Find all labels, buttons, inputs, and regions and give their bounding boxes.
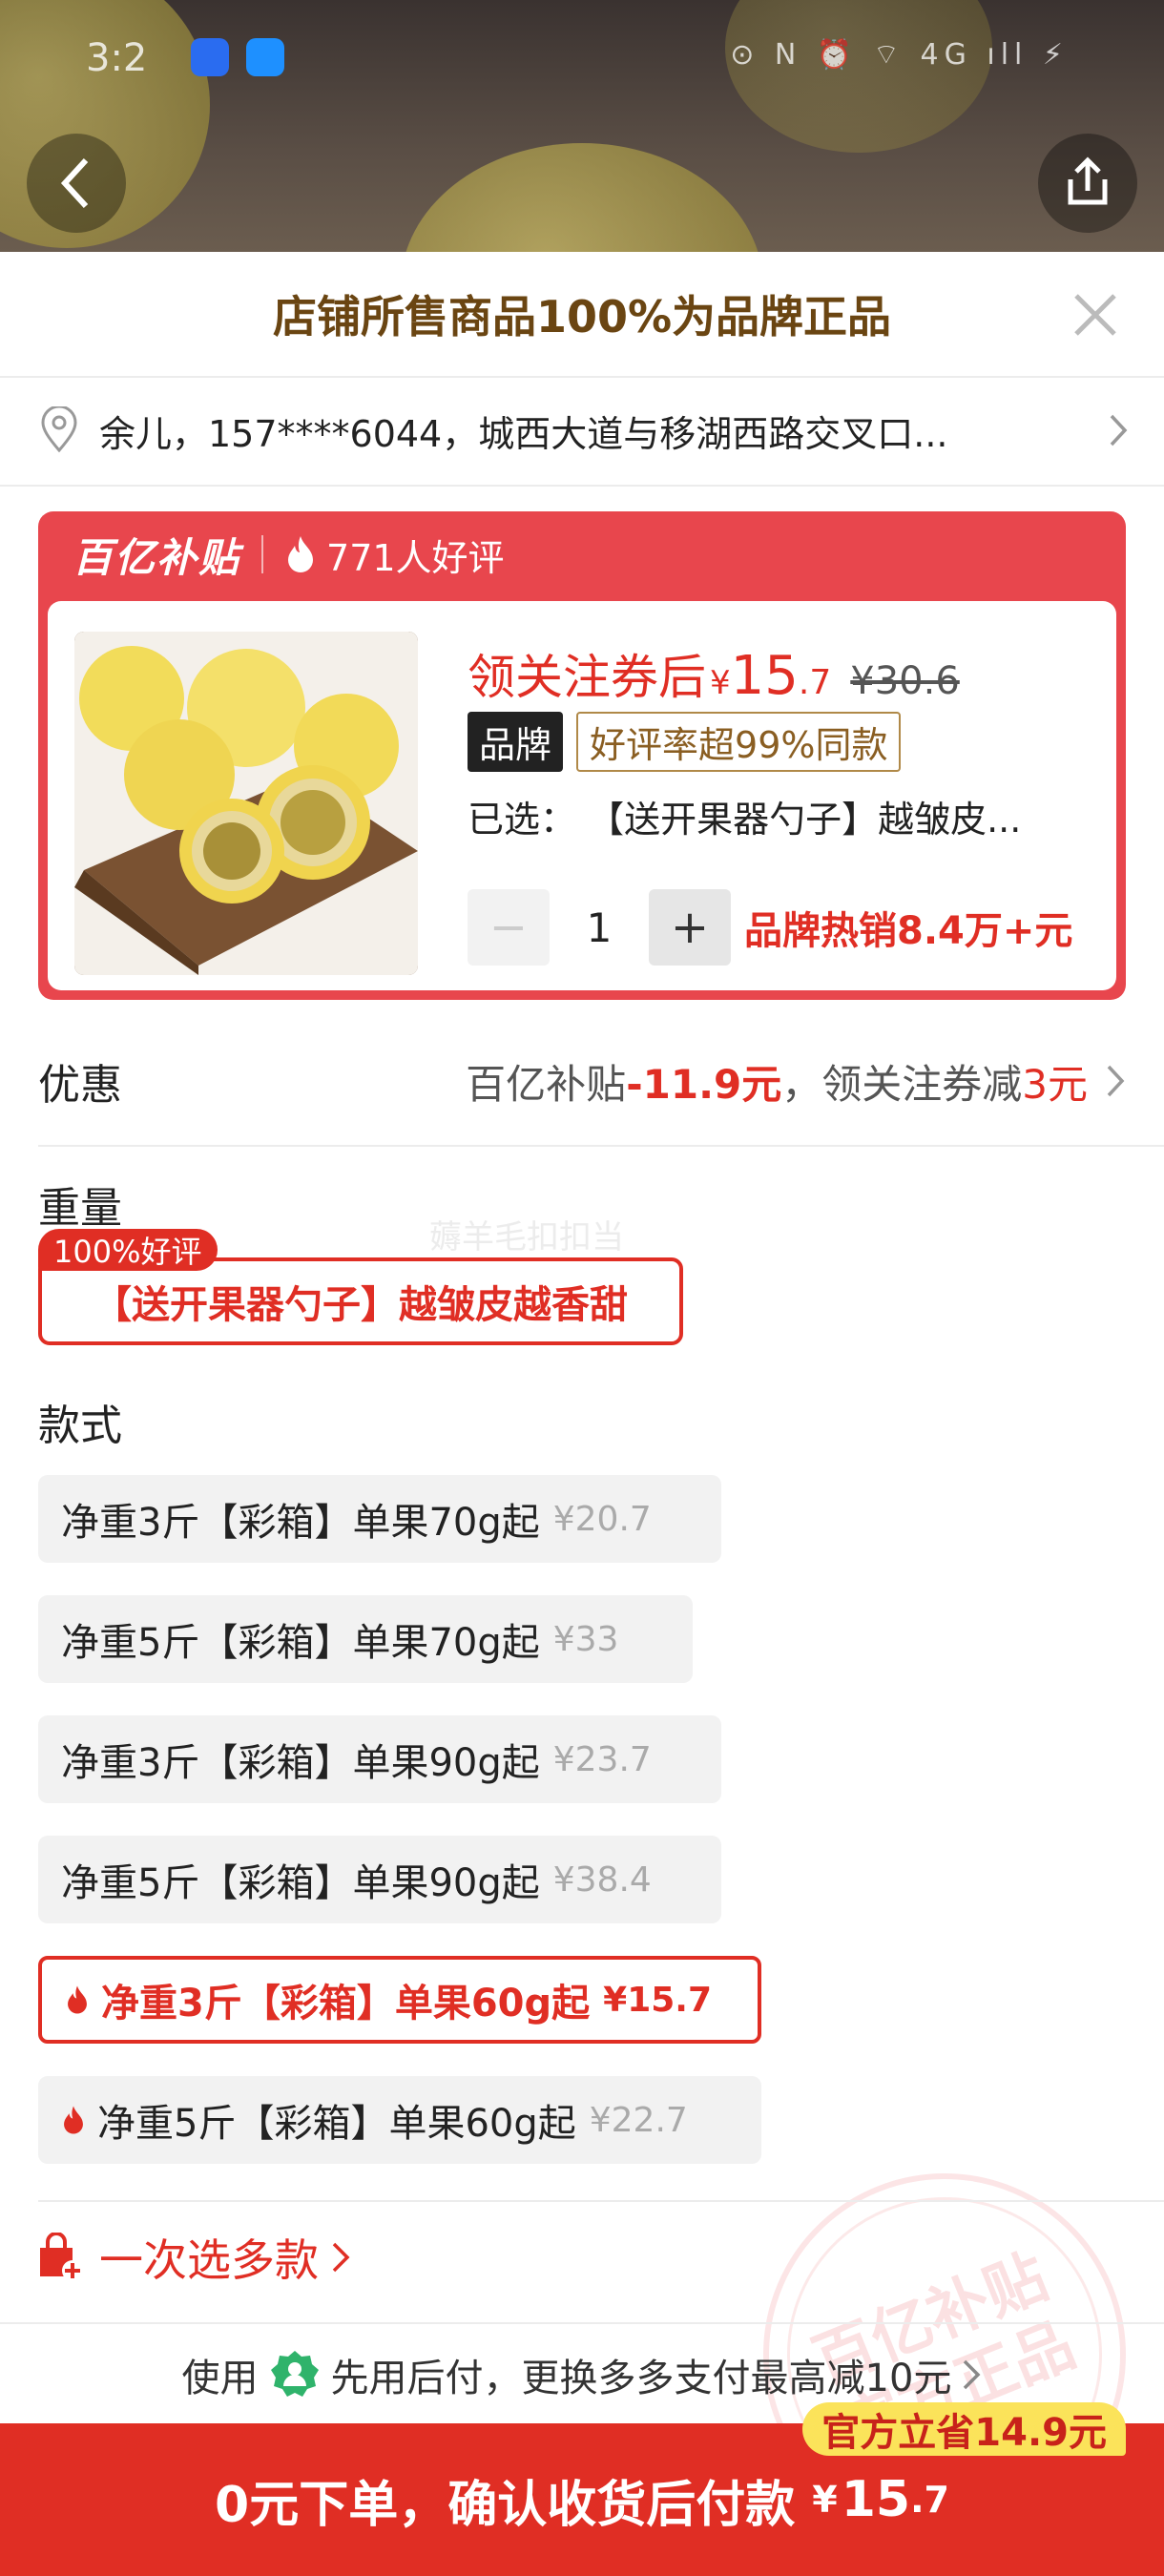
flame-icon [68,1985,87,2014]
style-option[interactable]: 净重3斤【彩箱】单果70g起 ¥20.7 [38,1475,721,1563]
checkout-label: 0元下单，确认收货后付款 [215,2476,796,2534]
chevron-left-icon [60,157,89,209]
multi-select-label: 一次选多款 [99,2234,319,2286]
close-icon [1074,294,1116,336]
back-button[interactable] [27,134,126,233]
flame-icon [288,536,314,572]
divider [0,485,1164,487]
price-integer: 15 [730,645,799,707]
rating-tag: 好评率超99%同款 [576,712,902,772]
product-hero-background: 3:2 ⊙ N ⏰ ⌔ 4G ıll ⚡ [0,0,1164,252]
price-line: 领关注券后 ¥ 15 .7 ¥30.6 [468,639,960,708]
discount-label: 优惠 [38,1061,122,1110]
original-price: ¥30.6 [850,659,960,703]
good-review-badge: 100%好评 [38,1229,218,1271]
style-option-label: 净重3斤【彩箱】单果60g起 [101,1982,591,2025]
style-option[interactable]: 净重5斤【彩箱】单果70g起 ¥33 [38,1595,693,1683]
checkout-price-integer: 15 [841,2471,911,2528]
selected-variant: 已选： 【送开果器勺子】越皱皮... [468,799,1022,841]
chevron-right-icon [964,2359,981,2390]
hot-sale-text: 品牌热销8.4万+元 [744,909,1073,953]
status-time: 3:2 [86,36,148,80]
sku-selection-sheet: 店铺所售商品100%为品牌正品 余儿，157****6044，城西大道与移湖西路… [0,252,1164,2576]
fruit-blur-image [401,143,763,252]
product-card: 百亿补贴 771人好评 领关注券后 ¥ 15 .7 ¥30.6 品牌 好评率超9… [38,511,1126,1000]
style-option-price: ¥20.7 [552,1499,652,1539]
increment-button[interactable]: + [649,889,731,966]
good-review-count: 771人好评 [326,536,505,579]
subsidy-logo: 百亿补贴 [73,533,241,581]
card-header: 百亿补贴 771人好评 [38,511,1126,597]
passion-fruit-image [74,632,418,975]
flame-icon [64,2106,83,2134]
style-title: 款式 [38,1402,122,1450]
shopping-bag-plus-icon [40,2233,83,2281]
price-label: 领关注券后 [468,650,706,705]
style-option-label: 净重5斤【彩箱】单果70g起 [61,1621,540,1665]
chevron-right-icon [1110,414,1128,447]
decrement-button[interactable]: − [468,889,550,966]
quantity-value[interactable]: 1 [550,904,649,951]
style-option[interactable]: 净重3斤【彩箱】单果90g起 ¥23.7 [38,1715,721,1803]
style-option-price: ¥15.7 [603,1980,713,2020]
brand-tag: 品牌 [468,712,564,772]
address-row[interactable]: 余儿，157****6044，城西大道与移湖西路交叉口... [0,378,1164,483]
price-currency: ¥ [710,664,731,702]
share-button[interactable] [1038,134,1137,233]
checkout-price-decimal: .7 [910,2479,949,2521]
product-tags: 品牌 好评率超99%同款 [468,712,902,772]
chevron-right-icon [1107,1065,1125,1097]
subsidy-amount: -11.9元 [626,1060,782,1108]
style-option-price: ¥22.7 [589,2100,688,2140]
promo-title: 店铺所售商品100%为品牌正品 [272,291,892,343]
discount-row[interactable]: 优惠 百亿补贴-11.9元，领关注券减3元 [0,1028,1164,1133]
price-decimal: .7 [798,663,832,702]
style-option-selected[interactable]: 净重3斤【彩箱】单果60g起 ¥15.7 [38,1956,761,2044]
location-pin-icon [41,406,77,453]
style-option-label: 净重3斤【彩箱】单果90g起 [61,1741,540,1785]
close-button[interactable] [1070,290,1120,340]
pay-later-prefix: 使用 [181,2357,259,2400]
pay-later-badge-icon [270,2351,319,2397]
chevron-right-icon [332,2242,350,2273]
style-option[interactable]: 净重5斤【彩箱】单果90g起 ¥38.4 [38,1836,721,1923]
style-option-label: 净重5斤【彩箱】单果60g起 [97,2102,576,2146]
style-option-price: ¥33 [552,1619,619,1659]
style-option-price: ¥23.7 [552,1739,652,1779]
address-text: 余儿，157****6044，城西大道与移湖西路交叉口... [99,412,948,455]
discount-detail: 百亿补贴-11.9元，领关注券减3元 [466,1052,1088,1111]
savings-badge: 官方立省14.9元 [802,2402,1126,2456]
style-option-label: 净重5斤【彩箱】单果90g起 [61,1861,540,1905]
subsidy-prefix: 百亿补贴 [466,1060,627,1108]
weight-title: 重量 [38,1184,122,1233]
fruit-blur-image [725,0,992,153]
style-option-label: 净重3斤【彩箱】单果70g起 [61,1501,540,1545]
divider [38,1145,1164,1147]
pay-later-text: 先用后付，更换多多支付最高减10元 [330,2357,952,2400]
baidu-app-icon [191,38,229,76]
product-image[interactable] [74,632,418,975]
coupon-amount: 3元 [1022,1060,1088,1108]
weather-app-icon [246,38,284,76]
multi-select-row[interactable]: 一次选多款 [0,2200,1164,2315]
coupon-prefix: ，领关注券减 [781,1060,1023,1108]
status-icons: ⊙ N ⏰ ⌔ 4G ıll ⚡ [730,38,1069,72]
product-card-body: 领关注券后 ¥ 15 .7 ¥30.6 品牌 好评率超99%同款 已选： 【送开… [48,601,1116,990]
style-option-price: ¥38.4 [552,1859,652,1900]
divider [261,535,264,573]
watermark-text: 薅羊毛扣扣当 [429,1218,624,1257]
style-option[interactable]: 净重5斤【彩箱】单果60g起 ¥22.7 [38,2076,761,2164]
checkout-currency: ¥ [812,2479,838,2521]
share-icon [1068,156,1108,205]
quantity-stepper: − 1 + 品牌热销8.4万+元 [468,889,1072,966]
